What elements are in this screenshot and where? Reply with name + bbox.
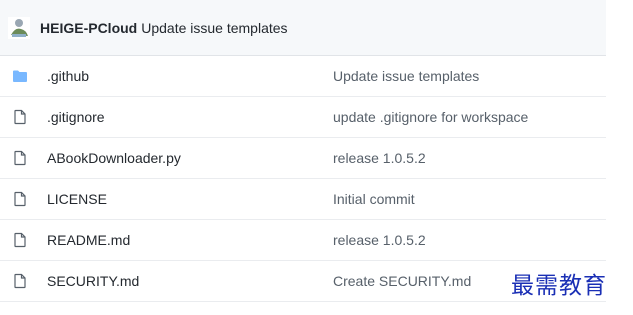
file-row-license[interactable]: LICENSE Initial commit <box>0 179 606 220</box>
file-commit-message-link[interactable]: Update issue templates <box>333 68 479 84</box>
file-icon <box>12 232 28 248</box>
file-row-github[interactable]: .github Update issue templates <box>0 56 606 97</box>
file-row-readme[interactable]: README.md release 1.0.5.2 <box>0 220 606 261</box>
file-commit-message-link[interactable]: release 1.0.5.2 <box>333 232 426 248</box>
file-icon <box>12 150 28 166</box>
file-name-link[interactable]: LICENSE <box>47 191 107 207</box>
file-commit-message-link[interactable]: Create SECURITY.md <box>333 273 471 289</box>
file-name-link[interactable]: .github <box>47 68 89 84</box>
watermark-text: 最需教育 <box>511 273 607 299</box>
file-icon <box>12 191 28 207</box>
avatar-image-icon <box>8 16 30 39</box>
file-icon <box>12 109 28 125</box>
repo-file-browser: HEIGE-PCloud Update issue templates .git… <box>0 0 633 315</box>
file-commit-message-link[interactable]: Initial commit <box>333 191 415 207</box>
commit-author-link[interactable]: HEIGE-PCloud <box>40 20 137 36</box>
file-row-abookdownloader[interactable]: ABookDownloader.py release 1.0.5.2 <box>0 138 606 179</box>
file-commit-message-link[interactable]: update .gitignore for workspace <box>333 109 528 125</box>
file-name-link[interactable]: .gitignore <box>47 109 105 125</box>
file-name-link[interactable]: ABookDownloader.py <box>47 150 181 166</box>
commit-message-link[interactable]: Update issue templates <box>141 20 287 36</box>
file-icon <box>12 273 28 289</box>
latest-commit-bar: HEIGE-PCloud Update issue templates <box>0 0 606 56</box>
file-name-link[interactable]: README.md <box>47 232 130 248</box>
folder-icon <box>12 68 28 84</box>
file-name-link[interactable]: SECURITY.md <box>47 273 139 289</box>
file-row-gitignore[interactable]: .gitignore update .gitignore for workspa… <box>0 97 606 138</box>
author-avatar[interactable] <box>8 16 30 39</box>
file-commit-message-link[interactable]: release 1.0.5.2 <box>333 150 426 166</box>
